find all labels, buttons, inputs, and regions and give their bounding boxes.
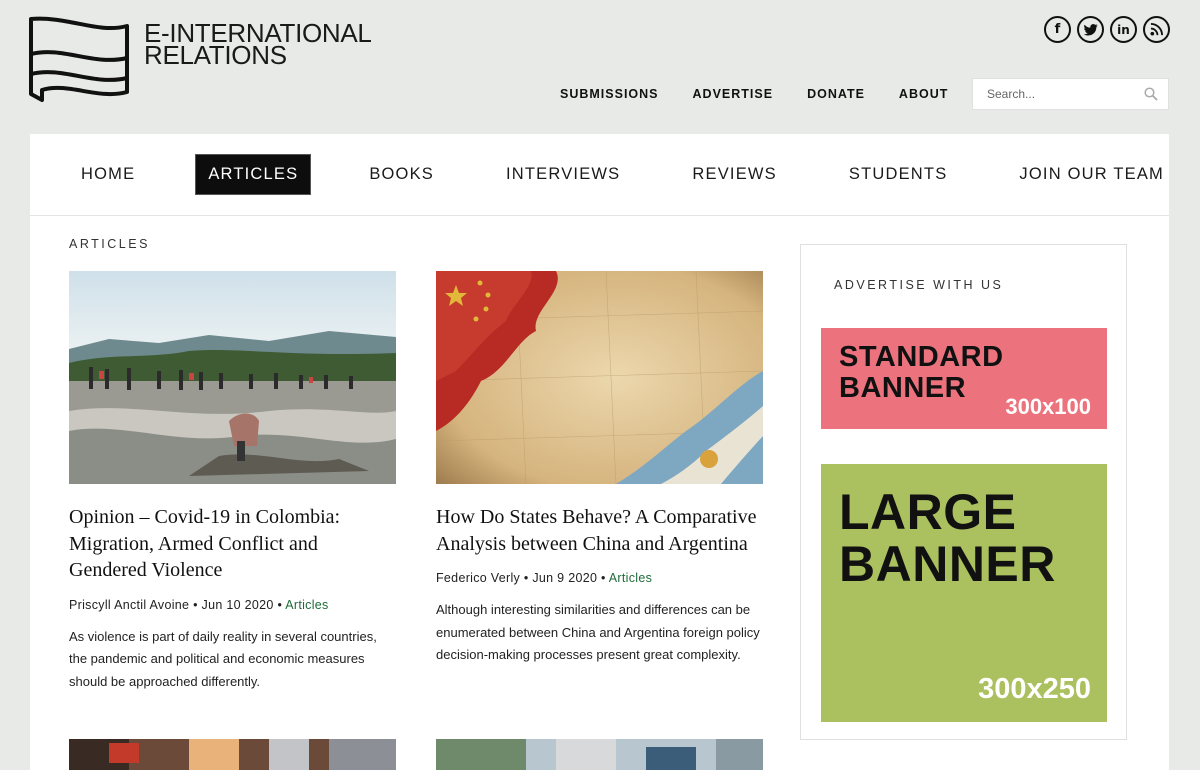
article-excerpt: As violence is part of daily reality in … bbox=[69, 628, 377, 689]
flag-logo-icon bbox=[29, 16, 129, 102]
tab-articles[interactable]: ARTICLES bbox=[195, 154, 312, 195]
article-card: Opinion – Covid-19 in Colombia: Migratio… bbox=[69, 271, 396, 693]
article-image[interactable] bbox=[69, 739, 396, 770]
utility-nav: SUBMISSIONS ADVERTISE DONATE ABOUT bbox=[560, 87, 948, 101]
twitter-icon[interactable] bbox=[1077, 16, 1104, 43]
search-input[interactable] bbox=[973, 80, 1133, 108]
standard-banner-line1: STANDARD bbox=[839, 341, 1004, 373]
article-card bbox=[436, 739, 763, 770]
nav-advertise-link[interactable]: ADVERTISE bbox=[693, 87, 774, 101]
article-card bbox=[69, 739, 396, 770]
article-date: Jun 10 2020 bbox=[201, 597, 274, 612]
advertise-sidebar: ADVERTISE WITH US STANDARD BANNER 300x10… bbox=[800, 244, 1127, 740]
standard-banner-ad[interactable]: STANDARD BANNER 300x100 bbox=[821, 328, 1107, 429]
tab-join-our-team[interactable]: JOIN OUR TEAM bbox=[1005, 155, 1178, 194]
article-excerpt: Although interesting similarities and di… bbox=[436, 602, 760, 662]
article-meta: Federico Verly • Jun 9 2020 • Articles bbox=[436, 571, 653, 585]
tab-interviews[interactable]: INTERVIEWS bbox=[492, 155, 634, 194]
main-nav: HOME ARTICLES BOOKS INTERVIEWS REVIEWS S… bbox=[30, 134, 1169, 216]
article-image[interactable] bbox=[69, 271, 396, 484]
standard-banner-line2: BANNER bbox=[839, 372, 967, 404]
rss-icon[interactable] bbox=[1143, 16, 1170, 43]
tab-reviews[interactable]: REVIEWS bbox=[678, 155, 791, 194]
article-title[interactable]: How Do States Behave? A Comparative Anal… bbox=[436, 504, 763, 557]
tab-students[interactable]: STUDENTS bbox=[835, 155, 962, 194]
sidebar-heading: ADVERTISE WITH US bbox=[834, 278, 1004, 292]
main-panel: HOME ARTICLES BOOKS INTERVIEWS REVIEWS S… bbox=[30, 134, 1169, 770]
tab-home[interactable]: HOME bbox=[67, 155, 149, 194]
article-category-link[interactable]: Articles bbox=[285, 598, 328, 612]
standard-banner-size: 300x100 bbox=[1005, 394, 1091, 419]
section-heading: ARTICLES bbox=[69, 237, 150, 251]
facebook-icon[interactable]: f bbox=[1044, 16, 1071, 43]
large-banner-size: 300x250 bbox=[978, 673, 1091, 705]
standard-banner-title: STANDARD BANNER bbox=[839, 342, 1004, 404]
linkedin-icon[interactable]: in bbox=[1110, 16, 1137, 43]
nav-donate-link[interactable]: DONATE bbox=[807, 87, 865, 101]
large-banner-line1: LARGE bbox=[839, 484, 1017, 540]
search-box bbox=[972, 78, 1169, 110]
tab-books[interactable]: BOOKS bbox=[355, 155, 448, 194]
large-banner-title: LARGE BANNER bbox=[839, 486, 1056, 590]
large-banner-ad[interactable]: LARGE BANNER 300x250 bbox=[821, 464, 1107, 722]
nav-about-link[interactable]: ABOUT bbox=[899, 87, 948, 101]
social-links: f in bbox=[1044, 16, 1170, 43]
article-title[interactable]: Opinion – Covid-19 in Colombia: Migratio… bbox=[69, 504, 396, 584]
article-author[interactable]: Priscyll Anctil Avoine bbox=[69, 598, 189, 612]
nav-submissions-link[interactable]: SUBMISSIONS bbox=[560, 87, 659, 101]
site-name: E-INTERNATIONAL RELATIONS bbox=[144, 20, 372, 68]
article-date: Jun 9 2020 bbox=[532, 571, 598, 585]
article-meta: Priscyll Anctil Avoine • Jun 10 2020 • A… bbox=[69, 597, 329, 612]
article-author[interactable]: Federico Verly bbox=[436, 571, 520, 585]
search-icon[interactable] bbox=[1144, 87, 1158, 101]
article-image[interactable] bbox=[436, 739, 763, 770]
article-category-link[interactable]: Articles bbox=[609, 571, 652, 585]
article-card: How Do States Behave? A Comparative Anal… bbox=[436, 271, 763, 667]
article-image[interactable] bbox=[436, 271, 763, 484]
large-banner-line2: BANNER bbox=[839, 536, 1056, 592]
site-logo[interactable]: E-INTERNATIONAL RELATIONS bbox=[28, 16, 372, 106]
